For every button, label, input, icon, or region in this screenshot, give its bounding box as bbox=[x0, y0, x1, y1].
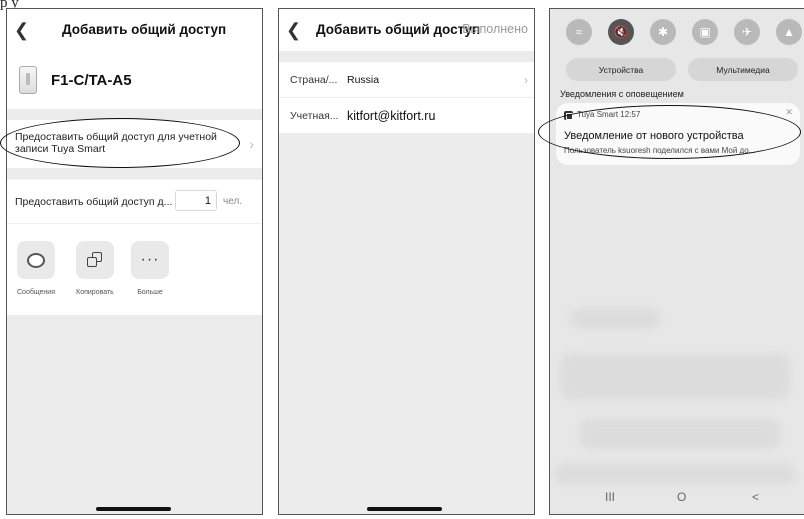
share-count-label: Предоставить общий доступ д... bbox=[15, 196, 173, 208]
share-with-tuya-account-label: Предоставить общий доступ для учетной за… bbox=[15, 131, 217, 155]
more-button[interactable]: ··· Больше bbox=[127, 241, 173, 296]
messages-label: Сообщения bbox=[17, 289, 55, 296]
flashlight-icon[interactable]: ▲ bbox=[776, 19, 802, 45]
home-indicator[interactable] bbox=[367, 507, 442, 511]
device-row: F1-C/TA-A5 bbox=[7, 51, 262, 109]
home-button[interactable]: O bbox=[677, 490, 686, 504]
dismiss-icon[interactable]: ✕ bbox=[785, 107, 793, 118]
phone-screen-notification-shade: ≈ 🔇 ✱ ▣ ✈ ▲ Устройства Мультимедиа Уведо… bbox=[549, 8, 804, 515]
system-nav-bar: III O < bbox=[550, 482, 804, 514]
share-count-row: Предоставить общий доступ д... 1 чел. bbox=[7, 179, 262, 223]
messages-button[interactable]: Сообщения bbox=[13, 241, 59, 296]
share-actions: Сообщения Копировать ··· Больше bbox=[7, 223, 262, 315]
copy-label: Копировать bbox=[76, 289, 114, 296]
account-label: Учетная... bbox=[290, 110, 339, 122]
done-button[interactable]: Выполнено bbox=[462, 22, 528, 36]
notifications-header: Уведомления с оповещением bbox=[560, 89, 684, 99]
chevron-left-icon[interactable]: ❮ bbox=[279, 20, 301, 41]
notification-time: 12:57 bbox=[620, 110, 641, 119]
back-button[interactable]: < bbox=[752, 490, 759, 504]
blurred-background bbox=[560, 354, 790, 399]
notification-app-time: Tuya Smart 12:57 bbox=[577, 110, 640, 119]
country-value: Russia bbox=[347, 74, 380, 86]
phone-screen-add-share: ❮ Добавить общий доступ Выполнено Страна… bbox=[278, 8, 535, 515]
share-with-tuya-account-row[interactable]: Предоставить общий доступ для учетной за… bbox=[7, 120, 262, 168]
page-title: Добавить общий доступ bbox=[62, 22, 227, 37]
account-row[interactable]: Учетная... kitfort@kitfort.ru bbox=[279, 98, 534, 134]
wifi-icon[interactable]: ≈ bbox=[566, 19, 592, 45]
device-name: F1-C/TA-A5 bbox=[51, 71, 132, 89]
notification-app-name: Tuya Smart bbox=[577, 110, 619, 119]
header: ❮ Добавить общий доступ bbox=[7, 9, 262, 51]
header: ❮ Добавить общий доступ Выполнено bbox=[279, 9, 534, 51]
message-icon bbox=[17, 241, 55, 279]
recent-apps-button[interactable]: III bbox=[605, 490, 615, 504]
country-label: Страна/... bbox=[290, 74, 338, 86]
more-icon: ··· bbox=[131, 241, 169, 279]
tab-media[interactable]: Мультимедиа bbox=[688, 58, 798, 81]
notification-body: Пользователь ksuoresh поделился с вами М… bbox=[564, 146, 756, 155]
more-label: Больше bbox=[137, 289, 163, 296]
phone-screen-share-device: ❮ Добавить общий доступ F1-C/TA-A5 Предо… bbox=[6, 8, 263, 515]
divider bbox=[7, 109, 262, 120]
country-row[interactable]: Страна/... Russia › bbox=[279, 62, 534, 98]
quick-settings: ≈ 🔇 ✱ ▣ ✈ ▲ bbox=[550, 9, 804, 51]
page-title: Добавить общий доступ bbox=[316, 22, 481, 37]
mute-icon[interactable]: 🔇 bbox=[608, 19, 634, 45]
chevron-left-icon[interactable]: ❮ bbox=[7, 20, 29, 41]
share-count-unit: чел. bbox=[223, 196, 243, 207]
portrait-lock-icon[interactable]: ▣ bbox=[692, 19, 718, 45]
account-input[interactable]: kitfort@kitfort.ru bbox=[347, 109, 435, 123]
blurred-background bbox=[580, 419, 780, 449]
blurred-background bbox=[570, 309, 660, 329]
share-form: Страна/... Russia › Учетная... kitfort@k… bbox=[279, 62, 534, 134]
copy-icon bbox=[76, 241, 114, 279]
chevron-right-icon: › bbox=[524, 73, 528, 87]
divider bbox=[7, 168, 262, 179]
blurred-background bbox=[555, 464, 795, 484]
airplane-mode-icon[interactable]: ✈ bbox=[734, 19, 760, 45]
chevron-right-icon: › bbox=[249, 136, 254, 152]
notification-title: Уведомление от нового устройства bbox=[564, 130, 744, 142]
bluetooth-icon[interactable]: ✱ bbox=[650, 19, 676, 45]
home-indicator[interactable] bbox=[96, 507, 171, 511]
tuya-app-icon bbox=[564, 111, 573, 120]
share-count-input[interactable]: 1 bbox=[175, 190, 217, 211]
tab-devices[interactable]: Устройства bbox=[566, 58, 676, 81]
copy-button[interactable]: Копировать bbox=[72, 241, 118, 296]
device-image bbox=[19, 66, 37, 94]
